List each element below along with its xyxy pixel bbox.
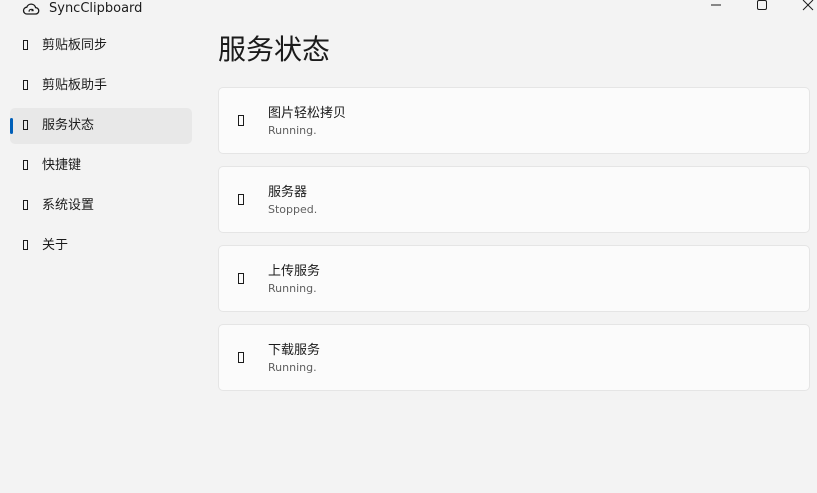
service-name: 上传服务 <box>268 264 321 279</box>
sidebar-nav: 剪贴板同步 剪贴板助手 服务状态 快捷键 系统设置 关于 <box>10 28 192 268</box>
placeholder-glyph-icon <box>238 194 244 205</box>
sidebar-item-label: 剪贴板助手 <box>42 78 108 93</box>
cloud-sync-icon <box>22 1 40 15</box>
title-bar: SyncClipboard <box>0 0 817 20</box>
close-button[interactable] <box>796 0 817 12</box>
placeholder-glyph-icon <box>23 40 28 50</box>
sidebar-item-label: 关于 <box>42 238 69 253</box>
sidebar-item-clipboard-assistant[interactable]: 剪贴板助手 <box>10 68 192 104</box>
placeholder-glyph-icon <box>238 273 244 284</box>
service-status: Running. <box>268 124 317 137</box>
minimize-button[interactable] <box>704 0 728 12</box>
placeholder-glyph-icon <box>23 120 28 130</box>
maximize-button[interactable] <box>750 0 774 12</box>
placeholder-glyph-icon <box>23 160 28 170</box>
sidebar-item-hotkeys[interactable]: 快捷键 <box>10 148 192 184</box>
sidebar-item-label: 服务状态 <box>42 118 95 133</box>
service-name: 图片轻松拷贝 <box>268 106 347 121</box>
maximize-icon <box>757 0 767 10</box>
sidebar-item-label: 剪贴板同步 <box>42 38 108 53</box>
service-status: Running. <box>268 282 317 295</box>
service-list: 图片轻松拷贝 Running. 服务器 Stopped. 上传服务 Runnin… <box>218 87 810 403</box>
close-icon <box>802 0 814 11</box>
sidebar-item-about[interactable]: 关于 <box>10 228 192 264</box>
placeholder-glyph-icon <box>238 352 244 363</box>
sidebar-item-clipboard-sync[interactable]: 剪贴板同步 <box>10 28 192 64</box>
selection-indicator <box>10 118 13 134</box>
service-card-download: 下载服务 Running. <box>218 324 810 391</box>
service-name: 下载服务 <box>268 343 321 358</box>
sidebar-item-label: 快捷键 <box>42 158 82 173</box>
app-title: SyncClipboard <box>49 1 143 16</box>
placeholder-glyph-icon <box>23 200 28 210</box>
service-card-upload: 上传服务 Running. <box>218 245 810 312</box>
sidebar-item-label: 系统设置 <box>42 198 95 213</box>
page-title: 服务状态 <box>218 33 331 66</box>
service-card-image-copy: 图片轻松拷贝 Running. <box>218 87 810 154</box>
service-name: 服务器 <box>268 185 308 200</box>
service-status: Stopped. <box>268 203 318 216</box>
minimize-icon <box>711 4 721 6</box>
placeholder-glyph-icon <box>23 80 28 90</box>
placeholder-glyph-icon <box>23 240 28 250</box>
placeholder-glyph-icon <box>238 115 244 126</box>
service-status: Running. <box>268 361 317 374</box>
sidebar-item-system-settings[interactable]: 系统设置 <box>10 188 192 224</box>
sidebar-item-service-status[interactable]: 服务状态 <box>10 108 192 144</box>
service-card-server: 服务器 Stopped. <box>218 166 810 233</box>
